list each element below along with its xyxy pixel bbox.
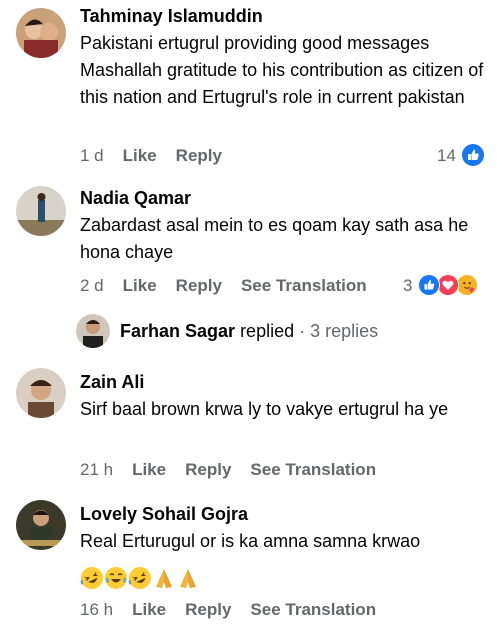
rolling-laughing-emoji-icon — [80, 566, 104, 590]
comment-item: Lovely Sohail Gojra Real Erturugul or is… — [0, 492, 500, 630]
comment-item: Nadia Qamar Zabardast asal mein to es qo… — [0, 180, 500, 310]
comment-text: Pakistani ertugrul providing good messag… — [80, 33, 484, 107]
folded-hands-emoji-icon — [176, 566, 200, 590]
comment-text: Zabardast asal mein to es qoam kay sath … — [80, 215, 469, 262]
replied-label: replied — [240, 321, 295, 341]
comment-text: Real Erturugul or is ka amna samna krwao — [80, 531, 421, 551]
like-button[interactable]: Like — [123, 146, 157, 166]
reaction-count[interactable]: 14 — [437, 146, 456, 166]
avatar[interactable] — [16, 368, 66, 418]
see-translation-link[interactable]: See Translation — [241, 276, 367, 296]
comment-text: Sirf baal brown krwa ly to vakye ertugru… — [80, 399, 449, 419]
comment-emojis — [80, 566, 200, 590]
commenter-name[interactable]: Lovely Sohail Gojra — [80, 504, 248, 525]
avatar[interactable] — [16, 500, 66, 550]
comment-time: 1 d — [80, 146, 104, 165]
folded-hands-emoji-icon — [152, 566, 176, 590]
commenter-name[interactable]: Nadia Qamar — [80, 188, 191, 209]
comment-actions: 16 h Like Reply See Translation — [80, 600, 395, 620]
see-translation-link[interactable]: See Translation — [250, 460, 376, 480]
comment-time: 16 h — [80, 600, 114, 619]
replier-name[interactable]: Farhan Sagar — [120, 321, 235, 341]
comment-time: 2 d — [80, 276, 104, 295]
tears-of-joy-emoji-icon — [104, 566, 128, 590]
reply-button[interactable]: Reply — [185, 460, 231, 480]
reply-button[interactable]: Reply — [185, 600, 231, 620]
commenter-name[interactable]: Tahminay Islamuddin — [80, 6, 263, 27]
comment-actions: 2 d Like Reply See Translation — [80, 276, 386, 296]
avatar[interactable] — [16, 8, 66, 58]
comment-item: Zain Ali Sirf baal brown krwa ly to vaky… — [0, 360, 500, 490]
comment-actions: 21 h Like Reply See Translation — [80, 460, 395, 480]
comment-item: Tahminay Islamuddin Pakistani ertugrul p… — [0, 0, 500, 180]
replies-count[interactable]: 3 replies — [310, 321, 378, 341]
like-button[interactable]: Like — [123, 276, 157, 296]
comment-actions: 1 d Like Reply — [80, 146, 241, 166]
avatar[interactable] — [16, 186, 66, 236]
see-translation-link[interactable]: See Translation — [250, 600, 376, 620]
comment-time: 21 h — [80, 460, 114, 479]
heart-icon[interactable] — [437, 274, 459, 296]
thumbs-up-icon[interactable] — [462, 144, 484, 166]
like-button[interactable]: Like — [132, 600, 166, 620]
reply-button[interactable]: Reply — [176, 276, 222, 296]
reply-button[interactable]: Reply — [176, 146, 222, 166]
like-button[interactable]: Like — [132, 460, 166, 480]
reaction-count[interactable]: 3 — [403, 276, 412, 296]
commenter-name[interactable]: Zain Ali — [80, 372, 144, 393]
avatar — [76, 314, 110, 348]
separator: · — [299, 321, 306, 341]
replies-summary: Farhan Sagar replied · 3 replies — [120, 321, 378, 342]
rolling-laughing-emoji-icon — [128, 566, 152, 590]
thumbs-up-icon[interactable] — [418, 274, 440, 296]
care-emoji-icon[interactable] — [456, 274, 478, 296]
